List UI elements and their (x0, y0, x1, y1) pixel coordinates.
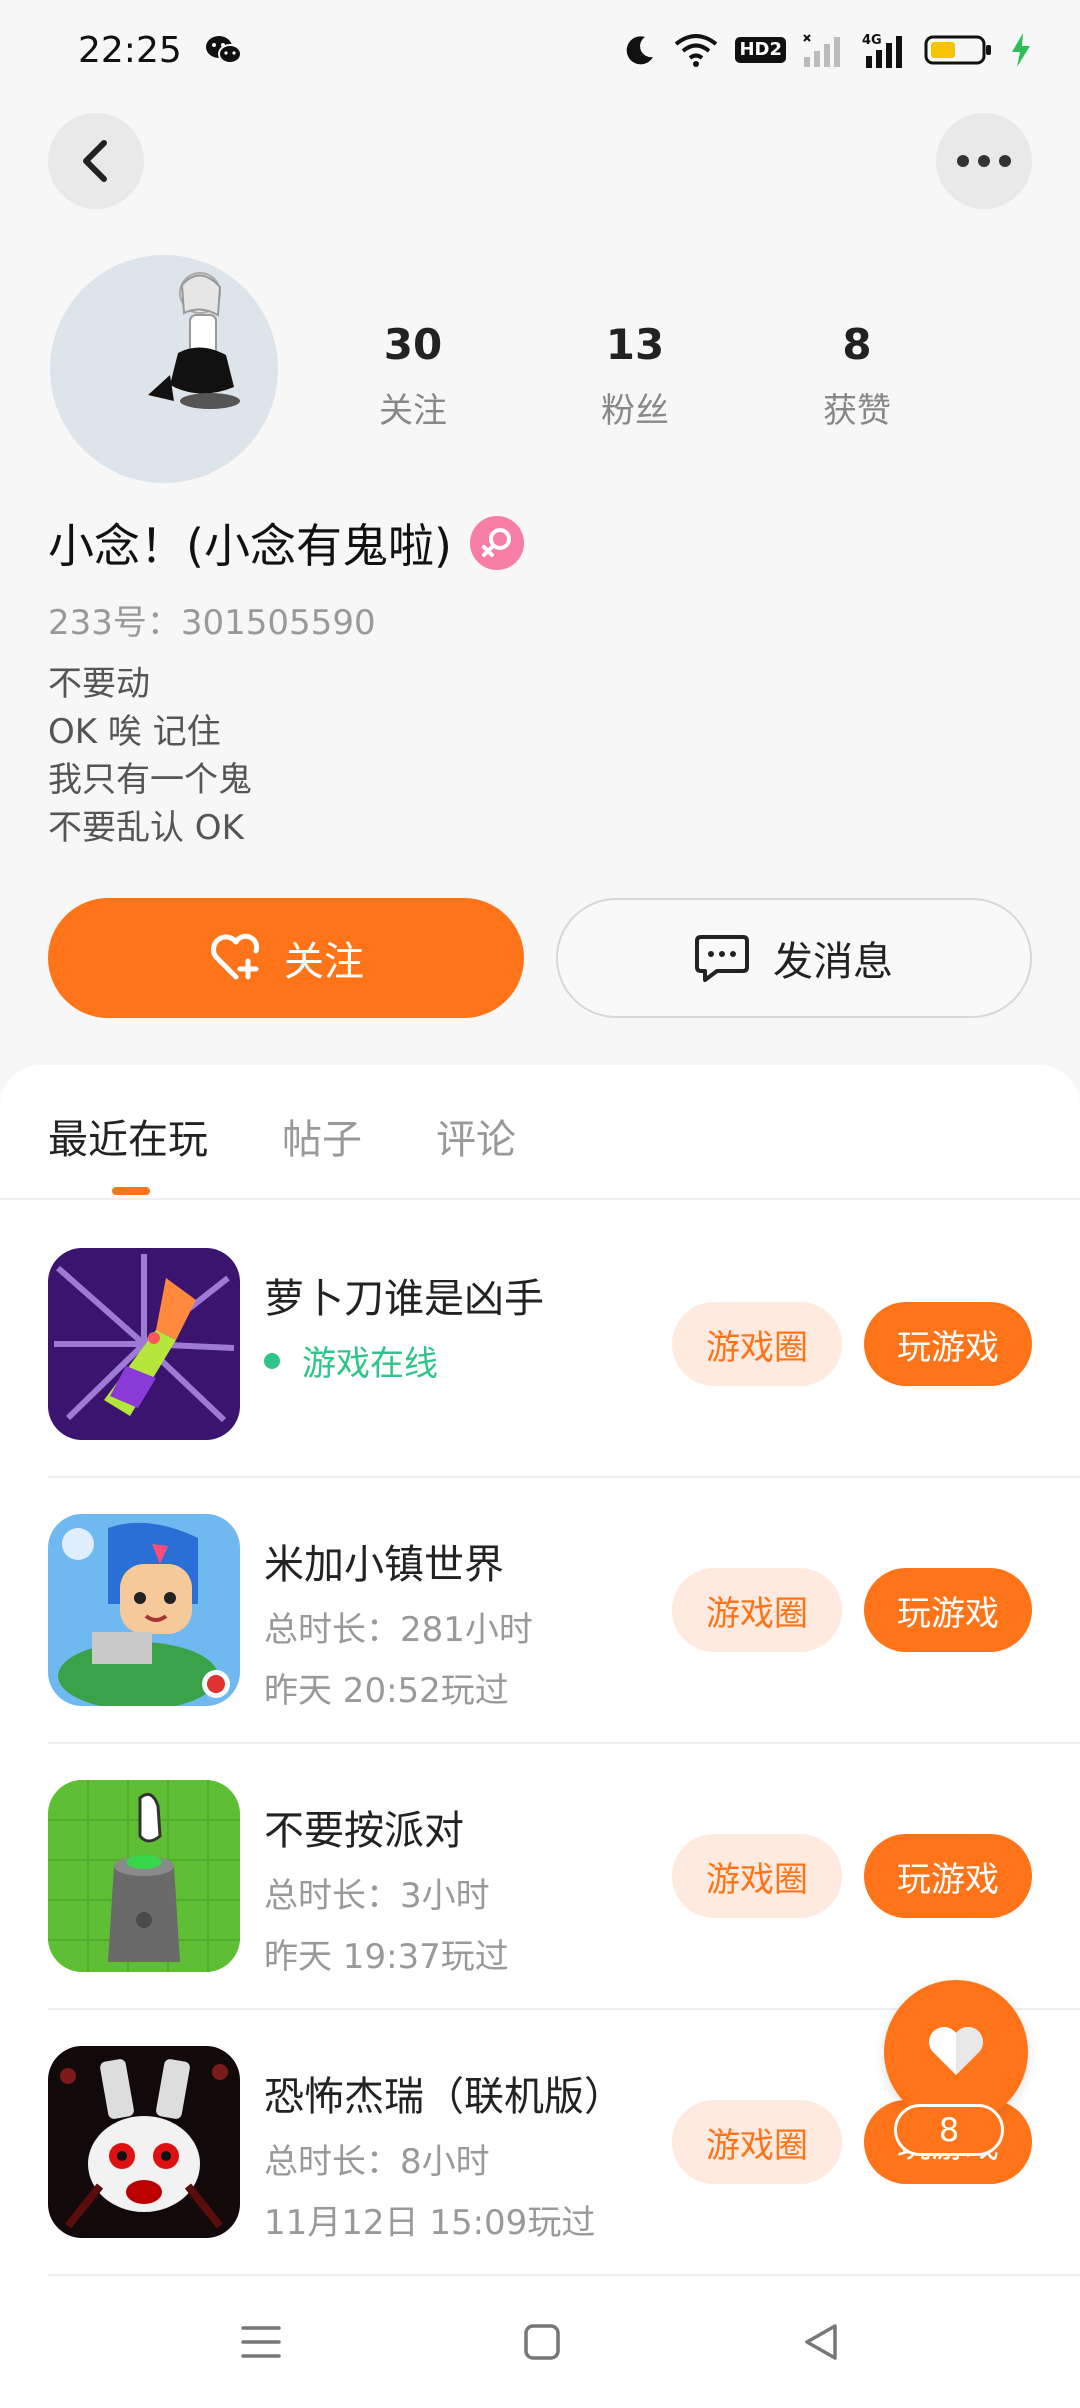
game-last-played: 昨天 20:52玩过 (264, 1671, 509, 1711)
like-fab-button[interactable] (884, 1980, 1028, 2124)
game-title: 不要按派对 (264, 1808, 464, 1854)
home-icon[interactable] (522, 2322, 562, 2362)
more-button[interactable] (936, 113, 1032, 209)
follow-button-label: 关注 (284, 939, 364, 985)
stat-likes[interactable]: 8 获赞 (772, 320, 942, 432)
game-item[interactable]: 米加小镇世界 总时长：281小时 昨天 20:52玩过 游戏圈 玩游戏 (48, 1514, 1080, 1780)
game-info: 不要按派对 总时长：3小时 昨天 19:37玩过 (264, 1798, 509, 1978)
profile-stats: 30 关注 13 粉丝 8 获赞 (328, 320, 998, 432)
game-title: 米加小镇世界 (264, 1542, 504, 1588)
list-divider (48, 1742, 1080, 1744)
chat-bubble-icon (695, 935, 749, 982)
game-icon-radish-knife (48, 1248, 240, 1440)
stat-likes-label: 获赞 (823, 391, 891, 431)
menu-icon[interactable] (239, 2322, 283, 2362)
game-circle-button[interactable]: 游戏圈 (672, 1568, 842, 1652)
back-nav-icon[interactable] (801, 2322, 841, 2362)
list-divider (48, 1476, 1080, 1478)
profile-id: 233号：301505590 (48, 603, 376, 643)
stat-following[interactable]: 30 关注 (328, 320, 498, 432)
tab-comments[interactable]: 评论 (436, 1107, 516, 1165)
system-nav-bar (0, 2276, 1080, 2408)
game-item[interactable]: 不要按派对 总时长：3小时 昨天 19:37玩过 游戏圈 玩游戏 (48, 1780, 1080, 2046)
name-row: 小念！(小念有鬼啦) (48, 510, 524, 576)
wechat-icon (205, 36, 242, 64)
message-button-label: 发消息 (773, 939, 893, 985)
avatar[interactable] (50, 255, 278, 483)
female-icon (469, 516, 524, 570)
game-title: 萝卜刀谁是凶手 (264, 1276, 544, 1322)
hd-label: HD2 (739, 39, 782, 60)
network-label: 4G (862, 33, 882, 48)
status-bar: 22:25 HD2 4G (0, 0, 1080, 100)
play-game-button[interactable]: 玩游戏 (864, 1302, 1032, 1386)
bio-line: 不要乱认 OK (48, 808, 244, 848)
game-icon-horror-jerry (48, 2046, 240, 2238)
tab-indicator (112, 1187, 150, 1195)
play-game-button[interactable]: 玩游戏 (864, 1834, 1032, 1918)
moon-icon (627, 36, 654, 65)
profile-bio: 不要动 OK 唉 记住 我只有一个鬼 不要乱认 OK (48, 660, 252, 852)
game-last-played: 11月12日 15:09玩过 (264, 2203, 596, 2243)
game-circle-button[interactable]: 游戏圈 (672, 2100, 842, 2184)
more-dots-icon (957, 155, 1011, 167)
4g-signal-icon: 4G (862, 33, 902, 68)
bio-line: 我只有一个鬼 (48, 760, 252, 800)
game-title: 恐怖杰瑞（联机版） (264, 2074, 624, 2120)
like-count-badge: 8 (894, 2104, 1004, 2156)
tab-bar: 最近在玩 帖子 评论 (48, 1107, 516, 1165)
chevron-left-icon (83, 140, 107, 182)
game-icon-miga-town (48, 1514, 240, 1706)
stat-following-label: 关注 (379, 391, 447, 431)
game-item[interactable]: 萝卜刀谁是凶手 游戏在线 游戏圈 玩游戏 (48, 1248, 1080, 1514)
status-time: 22:25 (78, 29, 182, 71)
online-label: 游戏在线 (302, 1344, 438, 1384)
tabs-divider (0, 1198, 1080, 1200)
play-game-button[interactable]: 玩游戏 (864, 1568, 1032, 1652)
game-icon-dont-press-party (48, 1780, 240, 1972)
charging-icon (1012, 33, 1030, 67)
game-info: 萝卜刀谁是凶手 游戏在线 (264, 1266, 544, 1385)
follow-button[interactable]: 关注 (48, 898, 524, 1018)
game-circle-button[interactable]: 游戏圈 (672, 1834, 842, 1918)
hd-icon: HD2 (735, 37, 786, 63)
wifi-icon (675, 34, 718, 67)
game-online-status: 游戏在线 (264, 1336, 544, 1385)
game-info: 恐怖杰瑞（联机版） 总时长：8小时 11月12日 15:09玩过 (264, 2064, 624, 2244)
game-duration: 总时长：3小时 (264, 1876, 490, 1916)
stat-followers[interactable]: 13 粉丝 (550, 320, 720, 432)
back-button[interactable] (48, 113, 144, 209)
game-duration: 总时长：8小时 (264, 2142, 490, 2182)
signal-icon (803, 34, 840, 67)
profile-name: 小念！(小念有鬼啦) (48, 519, 452, 573)
game-circle-button[interactable]: 游戏圈 (672, 1302, 842, 1386)
bio-line: OK 唉 记住 (48, 712, 221, 752)
heart-plus-icon (211, 933, 260, 980)
heart-icon (929, 2027, 983, 2075)
game-last-played: 昨天 19:37玩过 (264, 1937, 509, 1977)
stat-followers-label: 粉丝 (601, 391, 669, 431)
stat-likes-value: 8 (842, 320, 872, 369)
game-info: 米加小镇世界 总时长：281小时 昨天 20:52玩过 (264, 1532, 533, 1712)
tab-posts[interactable]: 帖子 (282, 1107, 362, 1165)
stat-followers-value: 13 (605, 320, 665, 369)
battery-icon (924, 35, 991, 65)
message-button[interactable]: 发消息 (556, 898, 1032, 1018)
stat-following-value: 30 (383, 320, 443, 369)
bio-line: 不要动 (48, 664, 150, 704)
game-item[interactable]: 恐怖杰瑞（联机版） 总时长：8小时 11月12日 15:09玩过 游戏圈 玩游戏 (48, 2046, 1080, 2312)
tab-recent-games[interactable]: 最近在玩 (48, 1107, 208, 1165)
content-sheet: 最近在玩 帖子 评论 萝卜刀谁是凶手 游戏在线 游戏圈 玩游戏 米加小镇世界 总… (0, 1065, 1080, 2408)
online-dot-icon (264, 1352, 280, 1369)
avatar-image (148, 272, 240, 409)
game-duration: 总时长：281小时 (264, 1610, 533, 1650)
